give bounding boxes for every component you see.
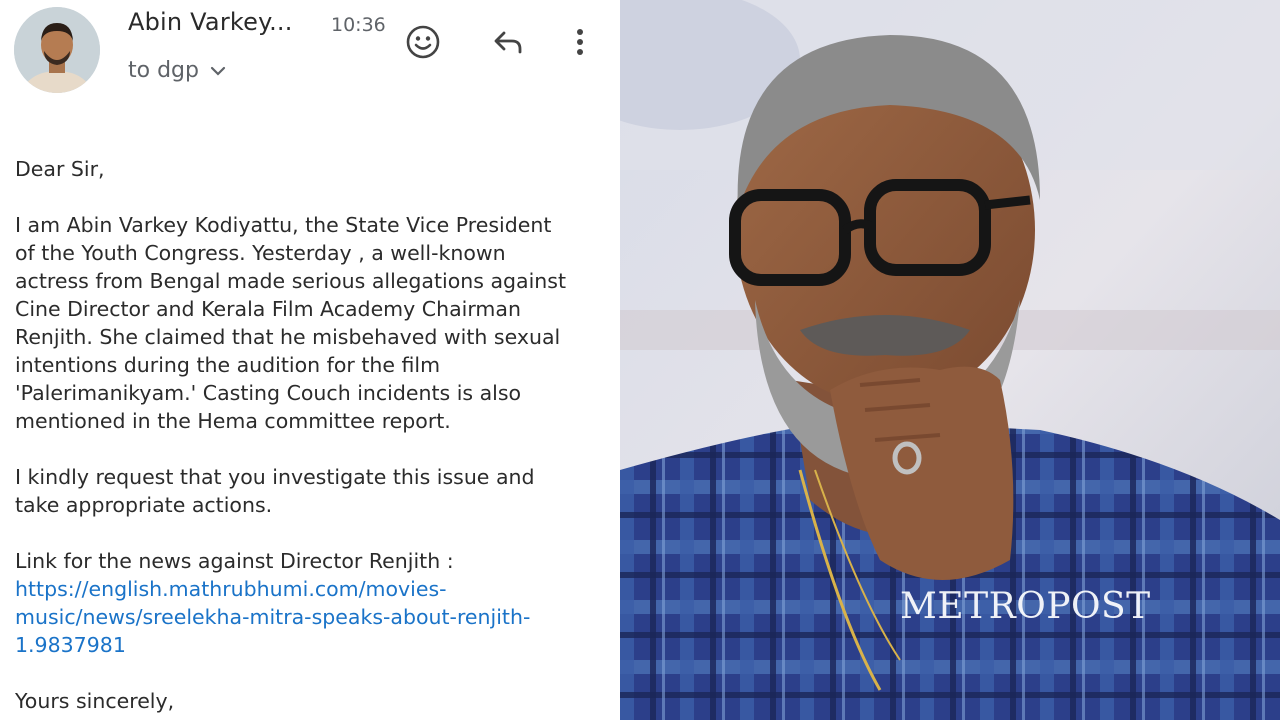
news-link-line[interactable]: 1.9837981 — [15, 631, 610, 659]
closing: Yours sincerely, — [15, 689, 175, 713]
emoji-react-button[interactable] — [401, 20, 445, 64]
body-line: mentioned in the Hema committee report. — [15, 409, 451, 433]
email-panel: Abin Varkey... 10:36 to dgp Dear Sir, I … — [0, 0, 620, 720]
link-paragraph: Link for the news against Director Renji… — [15, 547, 610, 659]
recipient-label: to dgp — [128, 57, 199, 83]
body-line: intentions during the audition for the f… — [15, 353, 441, 377]
recipient-toggle[interactable]: to dgp — [128, 55, 227, 85]
body-line: take appropriate actions. — [15, 493, 273, 517]
email-body: Dear Sir, I am Abin Varkey Kodiyattu, th… — [15, 155, 610, 720]
body-paragraph-2: I kindly request that you investigate th… — [15, 463, 610, 519]
body-line: actress from Bengal made serious allegat… — [15, 269, 566, 293]
more-vert-icon — [577, 29, 583, 55]
news-link-line[interactable]: music/news/sreelekha-mitra-speaks-about-… — [15, 603, 610, 631]
body-line: 'Palerimanikyam.' Casting Couch incident… — [15, 381, 522, 405]
greeting: Dear Sir, — [15, 157, 105, 181]
body-line: I kindly request that you investigate th… — [15, 465, 535, 489]
body-line: Cine Director and Kerala Film Academy Ch… — [15, 297, 521, 321]
link-intro: Link for the news against Director Renji… — [15, 549, 454, 573]
reply-button[interactable] — [486, 20, 530, 64]
body-line: I am Abin Varkey Kodiyattu, the State Vi… — [15, 213, 552, 237]
news-link-line[interactable]: https://english.mathrubhumi.com/movies- — [15, 575, 610, 603]
sender-name[interactable]: Abin Varkey... — [128, 8, 293, 36]
body-paragraph-1: I am Abin Varkey Kodiyattu, the State Vi… — [15, 211, 610, 435]
avatar[interactable] — [14, 7, 100, 93]
emoji-icon — [406, 25, 440, 59]
news-link[interactable]: https://english.mathrubhumi.com/movies- … — [15, 575, 610, 659]
body-line: of the Youth Congress. Yesterday , a wel… — [15, 241, 506, 265]
chevron-down-icon — [210, 66, 226, 76]
reply-icon — [494, 31, 522, 54]
timestamp: 10:36 — [331, 14, 386, 36]
more-options-button[interactable] — [558, 20, 602, 64]
body-line: Renjith. She claimed that he misbehaved … — [15, 325, 561, 349]
watermark-text: METROPOST — [900, 586, 1151, 627]
